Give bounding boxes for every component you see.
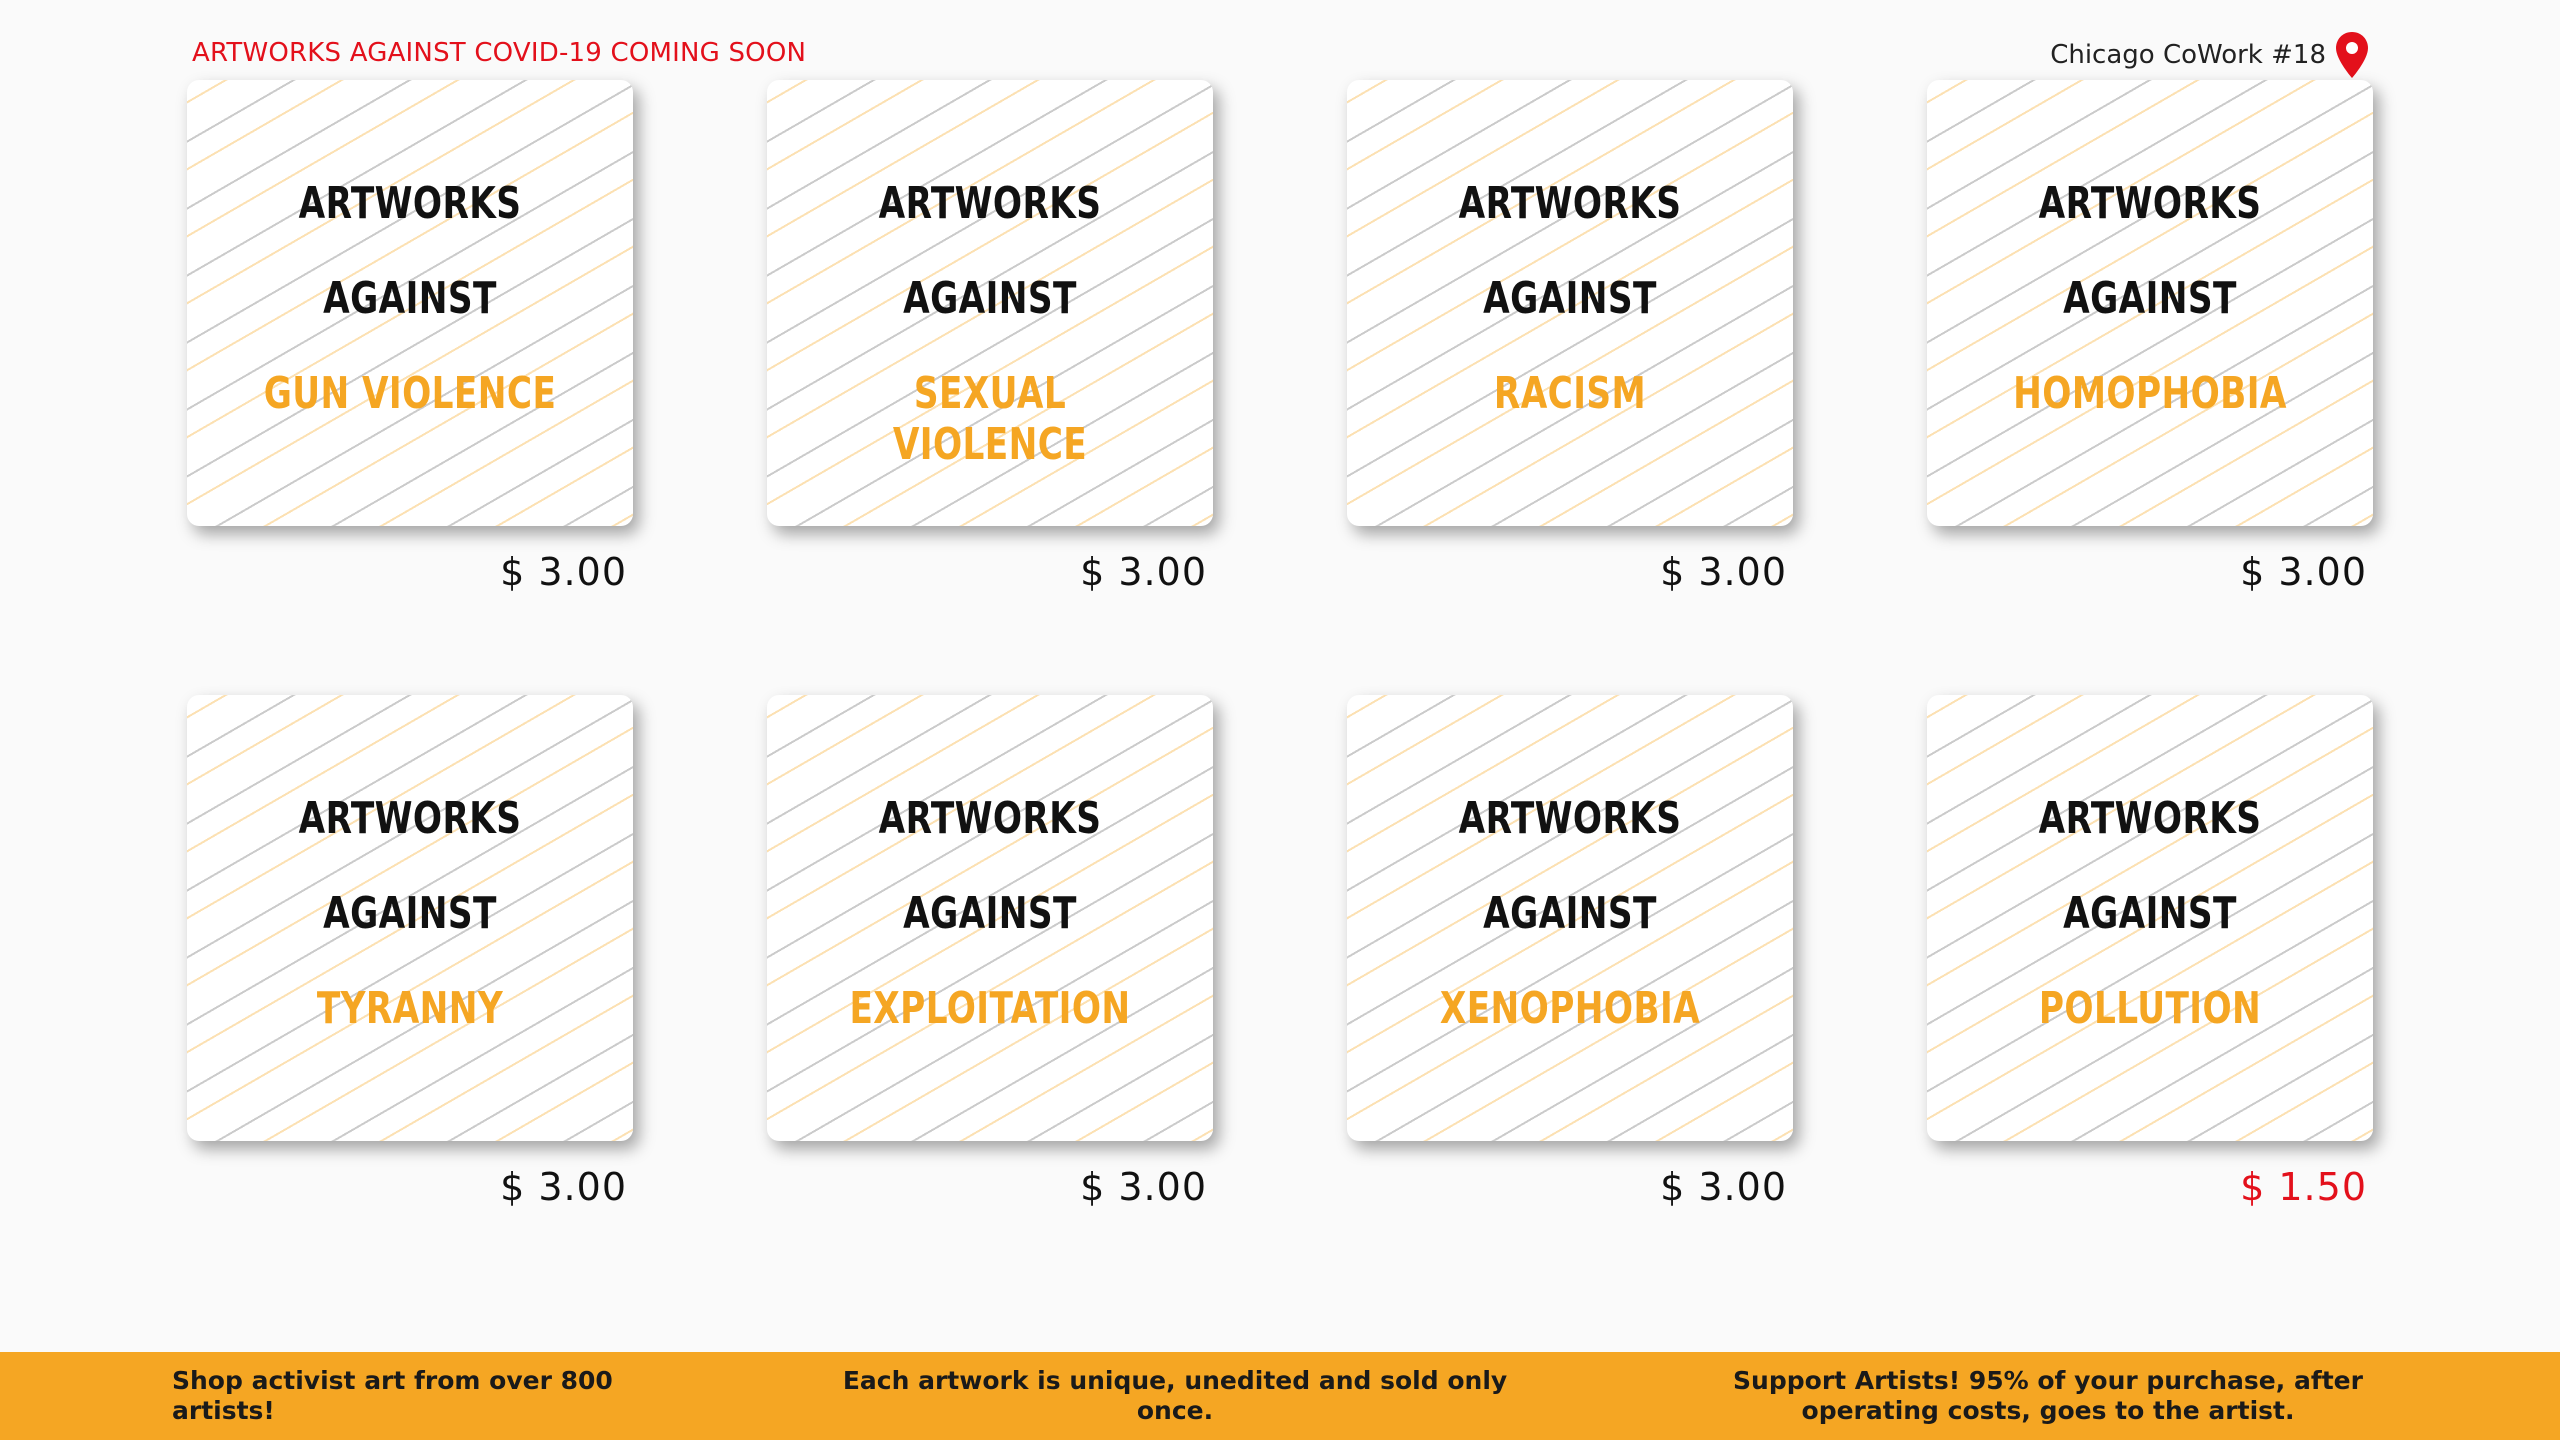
product-artwork[interactable]: ARTWORKS AGAINST EXPLOITATION	[767, 695, 1213, 1141]
map-pin-icon[interactable]	[2334, 30, 2370, 80]
artwork-title-line2: AGAINST	[2063, 273, 2237, 324]
artwork-theme: TYRANNY	[316, 983, 504, 1034]
product-card[interactable]: ARTWORKS AGAINST GUN VIOLENCE $ 3.00	[187, 80, 633, 695]
product-price: $ 3.00	[2240, 550, 2367, 594]
artwork-title-line1: ARTWORKS	[1458, 793, 1682, 844]
product-artwork[interactable]: ARTWORKS AGAINST HOMOPHOBIA	[1927, 80, 2373, 526]
artwork-theme: EXPLOITATION	[849, 983, 1131, 1034]
product-artwork[interactable]: ARTWORKS AGAINST TYRANNY	[187, 695, 633, 1141]
product-price: $ 3.00	[1080, 550, 1207, 594]
product-price: $ 3.00	[1660, 550, 1787, 594]
product-card[interactable]: ARTWORKS AGAINST POLLUTION $ 1.50	[1927, 695, 2373, 1310]
artwork-title-line1: ARTWORKS	[878, 793, 1102, 844]
footer-artists-message: Shop activist art from over 800 artists!	[172, 1366, 613, 1425]
artwork-title-line1: ARTWORKS	[1458, 178, 1682, 229]
artwork-title-line1: ARTWORKS	[298, 178, 522, 229]
product-grid: ARTWORKS AGAINST GUN VIOLENCE $ 3.00 ART…	[187, 80, 2373, 1310]
artwork-title-line1: ARTWORKS	[2038, 178, 2262, 229]
artwork-theme: RACISM	[1493, 368, 1647, 419]
product-card[interactable]: ARTWORKS AGAINST XENOPHOBIA $ 3.00	[1347, 695, 1793, 1310]
artwork-theme: XENOPHOBIA	[1439, 983, 1701, 1034]
product-artwork[interactable]: ARTWORKS AGAINST POLLUTION	[1927, 695, 2373, 1141]
footer-banner: Shop activist art from over 800 artists!…	[0, 1352, 2560, 1440]
product-artwork[interactable]: ARTWORKS AGAINST GUN VIOLENCE	[187, 80, 633, 526]
location-indicator[interactable]: Chicago CoWork #18	[2050, 30, 2370, 80]
artwork-title-line2: AGAINST	[903, 273, 1077, 324]
artwork-title-line1: ARTWORKS	[298, 793, 522, 844]
coming-soon-notice: ARTWORKS AGAINST COVID-19 COMING SOON	[192, 38, 807, 68]
product-card[interactable]: ARTWORKS AGAINST HOMOPHOBIA $ 3.00	[1927, 80, 2373, 695]
footer-unique-message: Each artwork is unique, unedited and sol…	[842, 1366, 1508, 1425]
artwork-title-line2: AGAINST	[1483, 888, 1657, 939]
artwork-title-line2: AGAINST	[903, 888, 1077, 939]
artwork-title-line2: AGAINST	[1483, 273, 1657, 324]
artwork-title-line1: ARTWORKS	[2038, 793, 2262, 844]
product-artwork[interactable]: ARTWORKS AGAINST XENOPHOBIA	[1347, 695, 1793, 1141]
product-card[interactable]: ARTWORKS AGAINST EXPLOITATION $ 3.00	[767, 695, 1213, 1310]
product-card[interactable]: ARTWORKS AGAINST SEXUAL VIOLENCE $ 3.00	[767, 80, 1213, 695]
artwork-title-line1: ARTWORKS	[878, 178, 1102, 229]
product-card[interactable]: ARTWORKS AGAINST TYRANNY $ 3.00	[187, 695, 633, 1310]
artwork-theme: SEXUAL VIOLENCE	[892, 368, 1088, 470]
artwork-theme: GUN VIOLENCE	[263, 368, 557, 419]
artwork-theme: POLLUTION	[2038, 983, 2262, 1034]
product-price: $ 3.00	[500, 550, 627, 594]
product-artwork[interactable]: ARTWORKS AGAINST SEXUAL VIOLENCE	[767, 80, 1213, 526]
product-price: $ 3.00	[500, 1165, 627, 1209]
artwork-title-line2: AGAINST	[323, 888, 497, 939]
product-price: $ 3.00	[1660, 1165, 1787, 1209]
product-artwork[interactable]: ARTWORKS AGAINST RACISM	[1347, 80, 1793, 526]
product-price-sale: $ 1.50	[2240, 1165, 2367, 1209]
location-label: Chicago CoWork #18	[2050, 40, 2326, 70]
footer-support-message: Support Artists! 95% of your purchase, a…	[1733, 1366, 2363, 1425]
product-price: $ 3.00	[1080, 1165, 1207, 1209]
product-card[interactable]: ARTWORKS AGAINST RACISM $ 3.00	[1347, 80, 1793, 695]
artwork-theme: HOMOPHOBIA	[2013, 368, 2287, 419]
artwork-title-line2: AGAINST	[2063, 888, 2237, 939]
artwork-title-line2: AGAINST	[323, 273, 497, 324]
